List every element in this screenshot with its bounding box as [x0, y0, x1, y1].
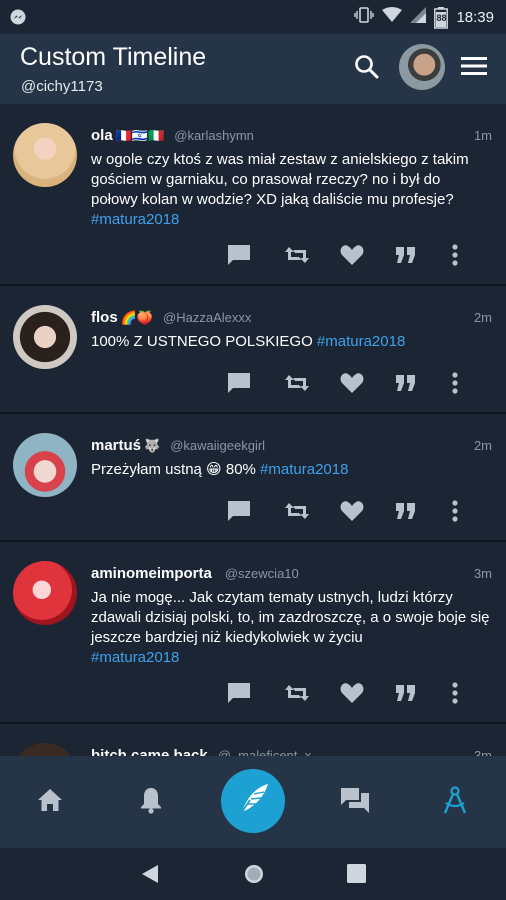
name-emoji: 🇫🇷🇮🇱🇮🇹 [115, 128, 165, 143]
retweet-icon[interactable] [284, 369, 340, 397]
signal-icon [410, 7, 427, 28]
home-icon[interactable] [37, 788, 63, 817]
tweet-body: w ogole czy ktoś z was miał zestaw z ani… [91, 151, 469, 208]
reply-icon[interactable] [228, 241, 284, 269]
tweet-body: Ja nie mogę... Jak czytam tematy ustnych… [91, 589, 490, 646]
tweet-text: 100% Z USTNEGO POLSKIEGO #matura2018 [91, 332, 491, 352]
tweet-actions [228, 679, 506, 707]
tweet-avatar[interactable] [13, 743, 77, 756]
like-icon[interactable] [340, 241, 396, 269]
like-icon[interactable] [340, 497, 396, 525]
retweet-icon[interactable] [284, 241, 340, 269]
tweet-username[interactable]: @karlashymn [174, 128, 254, 143]
clock: 18:39 [456, 9, 494, 26]
home-circle-icon[interactable] [243, 863, 265, 890]
quote-icon[interactable] [396, 497, 452, 525]
page-title: Custom Timeline [20, 43, 207, 71]
tweet-actions [228, 497, 506, 525]
tweet-author-name[interactable]: bitch came back [91, 747, 208, 756]
tweet-avatar[interactable] [13, 433, 77, 497]
retweet-icon[interactable] [284, 679, 340, 707]
tweet-text: w ogole czy ktoś z was miał zestaw z ani… [91, 150, 491, 230]
tweet-author-name[interactable]: aminomeimporta [91, 565, 212, 582]
notifications-icon[interactable] [140, 786, 162, 819]
tweet-time: 2m [473, 310, 492, 325]
tweet-body: Przeżyłam ustną 😁 80% [91, 461, 256, 478]
reply-icon[interactable] [228, 497, 284, 525]
tweet-username[interactable]: @_maleficent_x [218, 748, 311, 756]
app-bar: Custom Timeline @cichy1173 [0, 34, 506, 104]
profile-avatar[interactable] [399, 44, 445, 90]
search-icon[interactable] [354, 54, 380, 85]
more-icon[interactable] [452, 369, 506, 397]
reply-icon[interactable] [228, 679, 284, 707]
compose-button[interactable] [221, 769, 285, 833]
tweet-time: 3m [473, 566, 492, 581]
battery-level: 88 [436, 12, 447, 23]
hashtag-link[interactable]: #matura2018 [317, 333, 405, 350]
quote-icon[interactable] [396, 369, 452, 397]
battery-icon: 88 [434, 6, 449, 29]
tweet[interactable]: ola 🇫🇷🇮🇱🇮🇹 @karlashymn 1m w ogole czy kt… [0, 104, 506, 286]
tweet[interactable]: flos 🌈🍑 @HazzaAlexxx 2m 100% Z USTNEGO P… [0, 286, 506, 414]
tweet-time: 2m [473, 438, 492, 453]
tweet-username[interactable]: @HazzaAlexxx [163, 310, 251, 325]
vibrate-icon [354, 6, 375, 29]
tweet-avatar[interactable] [13, 561, 77, 625]
name-emoji: 🐺 [144, 438, 161, 453]
tweet[interactable]: aminomeimporta @szewcia10 3m Ja nie mogę… [0, 542, 506, 724]
bottom-nav [0, 756, 506, 848]
tweet-username[interactable]: @szewcia10 [225, 566, 299, 581]
tweet-text: Przeżyłam ustną 😁 80% #matura2018 [91, 460, 491, 480]
tweet-actions [228, 369, 506, 397]
tweet-author-name[interactable]: martuś [91, 437, 141, 454]
hashtag-link[interactable]: #matura2018 [91, 649, 179, 666]
timeline-feed[interactable]: ola 🇫🇷🇮🇱🇮🇹 @karlashymn 1m w ogole czy kt… [0, 104, 506, 756]
more-icon[interactable] [452, 679, 506, 707]
tweet-avatar[interactable] [13, 305, 77, 369]
tweet-text: Ja nie mogę... Jak czytam tematy ustnych… [91, 588, 491, 668]
more-icon[interactable] [452, 241, 506, 269]
more-icon[interactable] [452, 497, 506, 525]
status-bar: 88 18:39 [0, 0, 506, 34]
tweet-body: 100% Z USTNEGO POLSKIEGO [91, 333, 313, 350]
account-handle: @cichy1173 [21, 78, 103, 95]
compose-icon [236, 782, 270, 821]
custom-timeline-icon[interactable] [442, 786, 468, 819]
tweet[interactable]: martuś 🐺 @kawaiigeekgirl 2m Przeżyłam us… [0, 414, 506, 542]
tweet-username[interactable]: @kawaiigeekgirl [170, 438, 265, 453]
wifi-icon [382, 7, 403, 28]
retweet-icon[interactable] [284, 497, 340, 525]
reply-icon[interactable] [228, 369, 284, 397]
back-icon[interactable] [141, 864, 159, 889]
tweet-actions [228, 241, 506, 269]
messenger-icon [10, 9, 26, 30]
quote-icon[interactable] [396, 679, 452, 707]
recents-icon[interactable] [347, 864, 366, 888]
like-icon[interactable] [340, 369, 396, 397]
quote-icon[interactable] [396, 241, 452, 269]
system-nav-bar [0, 848, 506, 900]
hashtag-link[interactable]: #matura2018 [91, 211, 179, 228]
hashtag-link[interactable]: #matura2018 [260, 461, 348, 478]
tweet-time: 1m [473, 128, 492, 143]
menu-icon[interactable] [461, 56, 487, 81]
tweet-time: 3m [473, 748, 492, 756]
tweet-avatar[interactable] [13, 123, 77, 187]
messages-icon[interactable] [341, 788, 369, 819]
tweet[interactable]: bitch came back @_maleficent_x 3m [0, 724, 506, 756]
like-icon[interactable] [340, 679, 396, 707]
name-emoji: 🌈🍑 [120, 310, 154, 325]
tweet-author-name[interactable]: ola [91, 127, 113, 144]
tweet-author-name[interactable]: flos [91, 309, 118, 326]
